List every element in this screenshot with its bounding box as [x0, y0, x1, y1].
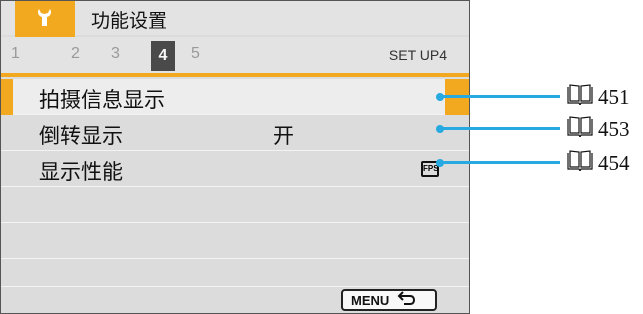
tab-underline: [1, 73, 469, 77]
return-arrow-icon: [397, 290, 417, 310]
tab-5[interactable]: 5: [191, 45, 200, 63]
tab-2[interactable]: 2: [71, 45, 80, 63]
page-title: 功能设置: [91, 10, 168, 32]
page-reference: 454: [566, 149, 630, 177]
tab-3[interactable]: 3: [111, 45, 120, 63]
camera-menu-screen: 功能设置 1 2 3 5 SET UP4 4 拍摄信息显示 倒转显示 开 显示性…: [0, 0, 470, 314]
callout-line: [440, 95, 560, 98]
tab-row: 1 2 3 5 SET UP4: [1, 37, 469, 73]
page-reference: 451: [566, 83, 630, 111]
empty-menu-row: [1, 187, 469, 223]
page-number: 454: [598, 150, 630, 175]
menu-back-button[interactable]: MENU: [341, 289, 437, 311]
tab-1[interactable]: 1: [11, 45, 20, 63]
title-bar: 功能设置: [1, 1, 469, 37]
menu-item-shooting-info-display[interactable]: 拍摄信息显示: [1, 79, 469, 115]
selection-marker-left: [1, 79, 13, 115]
wrench-icon: [34, 6, 56, 32]
category-tab-setup[interactable]: [15, 1, 75, 37]
menu-button-label: MENU: [351, 292, 390, 308]
menu-item-value: 开: [273, 124, 294, 148]
callout-line: [440, 161, 560, 164]
book-icon: [566, 83, 594, 111]
page-reference: 453: [566, 115, 630, 143]
page-number: 453: [598, 116, 630, 141]
book-icon: [566, 115, 594, 143]
menu-item-label: 倒转显示: [39, 124, 123, 148]
tab-4[interactable]: 4: [151, 41, 175, 71]
menu-item-reverse-display[interactable]: 倒转显示 开: [1, 115, 469, 151]
empty-menu-row: [1, 259, 469, 287]
menu-item-display-performance[interactable]: 显示性能 FPS: [1, 151, 469, 187]
page-number: 451: [598, 84, 630, 109]
menu-item-label: 拍摄信息显示: [39, 88, 165, 112]
book-icon: [566, 149, 594, 177]
empty-menu-row: [1, 223, 469, 259]
tab-indicator-label: SET UP4: [388, 47, 447, 63]
menu-item-label: 显示性能: [39, 160, 123, 184]
callout-line: [440, 127, 560, 130]
